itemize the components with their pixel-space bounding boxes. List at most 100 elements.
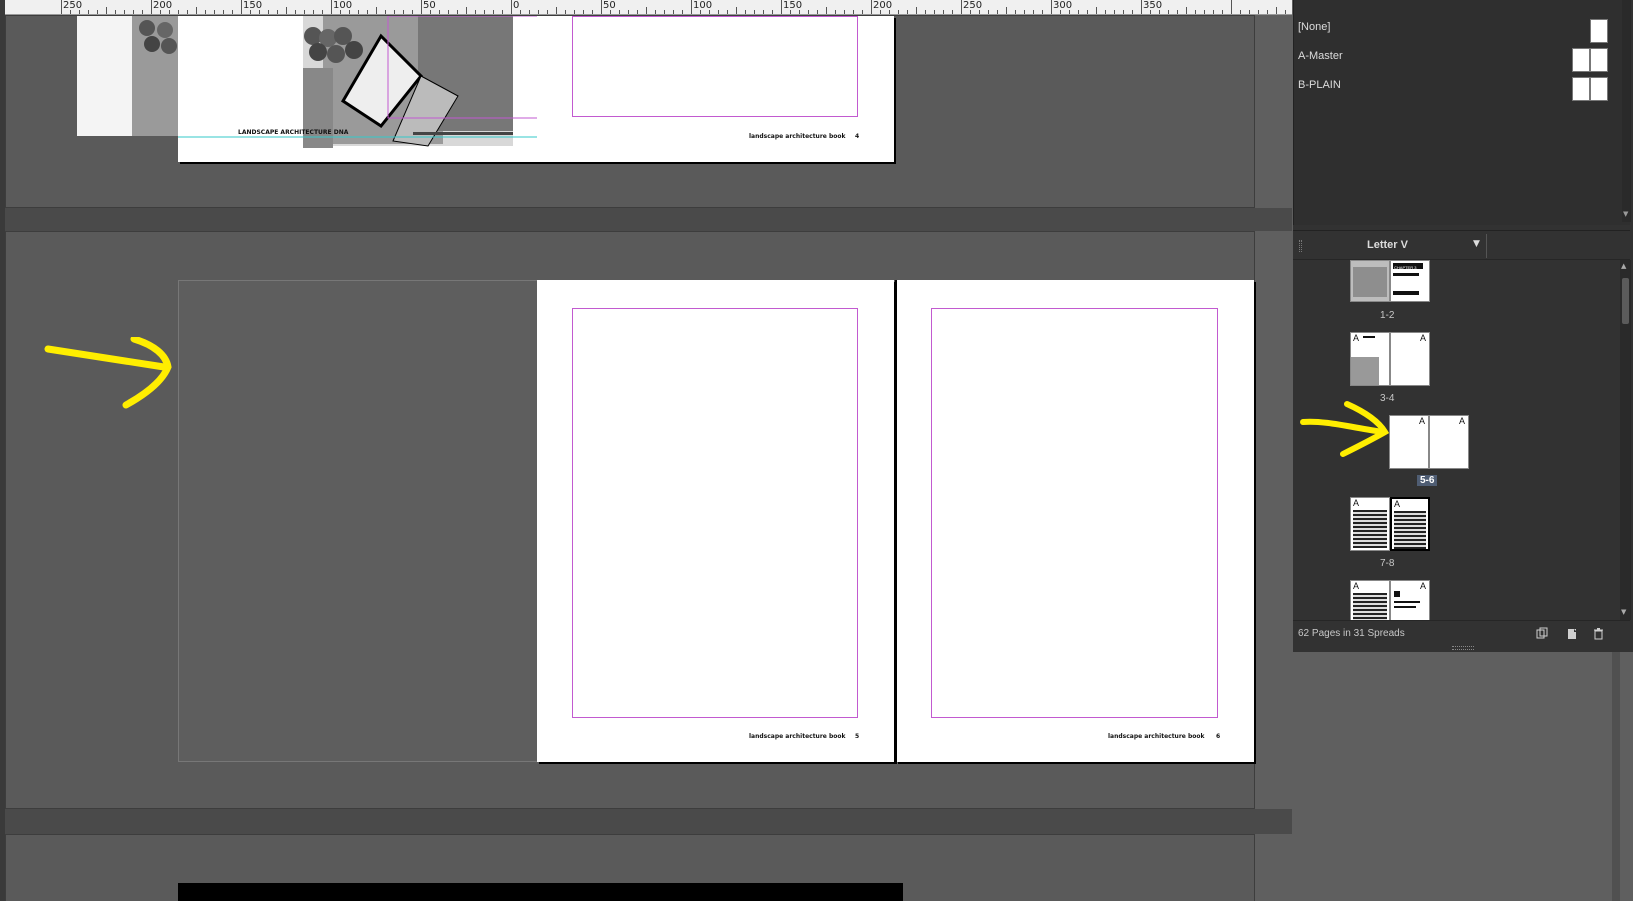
page-4[interactable]: landscape architecture book 4 [537,16,894,162]
ruler-tick [844,10,845,14]
ruler-tick [997,10,998,14]
new-page-icon[interactable] [1566,627,1579,640]
ruler-tick [1051,0,1052,14]
ruler-tick [448,10,449,14]
ruler-tick [1096,7,1097,14]
ruler-tick [61,0,62,14]
ruler-tick [205,10,206,14]
page-6[interactable]: landscape architecture book 6 [896,280,1254,762]
right-scrollbar[interactable] [1612,652,1620,901]
spread-thumb-3-4[interactable]: A A [1350,332,1430,386]
ruler-tick [169,10,170,14]
page-6-footer: landscape architecture book [1108,733,1205,740]
ruler-tick [286,7,287,14]
ruler-tick [70,10,71,14]
pages-scrollbar[interactable]: ▲ ▼ [1620,260,1631,620]
ruler-tick [871,0,872,14]
master-thumbnail-left [1572,77,1590,101]
ruler-tick [502,10,503,14]
page-size-dropdown[interactable]: Letter V [1367,239,1408,251]
margin-guide [931,308,1218,718]
chapter-label: CHAPTER 3 [1394,265,1417,270]
ruler-tick [574,10,575,14]
master-label: A-Master [1298,50,1343,62]
panel-resize-grip[interactable] [1452,646,1474,650]
page-thumb: A [1350,497,1390,551]
page-5[interactable]: landscape architecture book 5 [537,280,894,762]
ruler-tick [142,10,143,14]
spread-thumb-9-10[interactable]: A A [1350,580,1430,620]
scroll-up-icon[interactable]: ▲ [1621,262,1626,270]
chevron-down-icon[interactable]: ▼ [1473,239,1480,249]
page-4-number: 4 [855,133,860,140]
page-3-artwork [178,15,659,162]
spine [895,280,897,764]
ruler-tick [403,10,404,14]
yellow-arrow-annotation [1300,401,1389,457]
spread-thumb-5-6[interactable]: A A [1389,415,1469,469]
ruler-tick [817,10,818,14]
ruler-tick [691,0,692,14]
trash-icon[interactable] [1592,627,1605,640]
master-item-b[interactable]: B-PLAIN [1294,73,1614,101]
page-3[interactable]: LANDSCAPE ARCHITECTURE DNA [178,15,659,162]
ruler-tick [268,10,269,14]
ruler-tick [466,7,467,14]
ruler-tick [655,10,656,14]
ruler-tick [1249,10,1250,14]
horizontal-ruler[interactable]: 250 200 150 100 50 0 50 100 150 200 250 … [5,0,1292,15]
master-prefix: A [1419,333,1426,343]
page-7-8-top[interactable] [178,883,903,901]
pasteboard-gap [5,208,1292,231]
pasteboard-spread-7-8[interactable] [5,834,1255,901]
pages-list[interactable]: CHAPTER 3 1-2 A A 3-4 A A 5-6 A A 7-8 A … [1293,260,1620,620]
ruler-tick [853,10,854,14]
pasteboard-spread-3-4[interactable]: LANDSCAPE ARCHITECTURE DNA landscape arc… [5,15,1255,208]
pasteboard-spread-5-6[interactable]: landscape architecture book 5 landscape … [5,231,1255,809]
page-thumb [1350,260,1390,302]
ruler-tick [196,7,197,14]
master-item-none[interactable]: [None] [1294,15,1614,43]
ruler-tick [763,10,764,14]
ruler-tick [520,10,521,14]
ruler-tick [340,10,341,14]
ruler-tick [1042,10,1043,14]
ruler-tick [916,7,917,14]
ruler-tick [592,10,593,14]
ruler-tick [673,10,674,14]
ruler-tick [1024,10,1025,14]
ruler-tick [106,7,107,14]
scroll-down-icon[interactable]: ▼ [1621,608,1626,616]
masters-scrollbar[interactable]: ▼ [1622,0,1631,222]
ruler-tick [151,0,152,14]
ruler-tick [187,10,188,14]
page-size-icon[interactable] [1536,627,1549,640]
ruler-tick [799,10,800,14]
ruler-tick [745,10,746,14]
ruler-tick [862,10,863,14]
spread-label-selected: 5-6 [1417,475,1438,486]
pages-footer: 62 Pages in 31 Spreads [1293,620,1630,646]
spread-thumb-1-2[interactable]: CHAPTER 3 [1350,260,1430,302]
ruler-tick [646,7,647,14]
master-item-a[interactable]: A-Master [1294,44,1614,72]
ruler-tick [457,10,458,14]
ruler-tick [934,10,935,14]
scroll-thumb[interactable] [1622,278,1629,324]
grip-icon[interactable] [1299,240,1302,252]
ruler-tick [439,10,440,14]
ruler-tick [322,10,323,14]
pasteboard-image-bleed[interactable] [77,16,178,136]
spread-thumb-7-8[interactable]: A A [1350,497,1430,551]
scroll-down-icon[interactable]: ▼ [1623,210,1628,218]
master-thumbnail-right [1590,77,1608,101]
ruler-tick [88,10,89,14]
ruler-tick [493,10,494,14]
yellow-arrow-annotation [44,337,172,409]
empty-page-slot[interactable] [178,280,538,762]
ruler-label: 0 [513,0,520,11]
ruler-tick [358,10,359,14]
ruler-tick [682,10,683,14]
ruler-tick [1195,10,1196,14]
ruler-tick [331,0,332,14]
